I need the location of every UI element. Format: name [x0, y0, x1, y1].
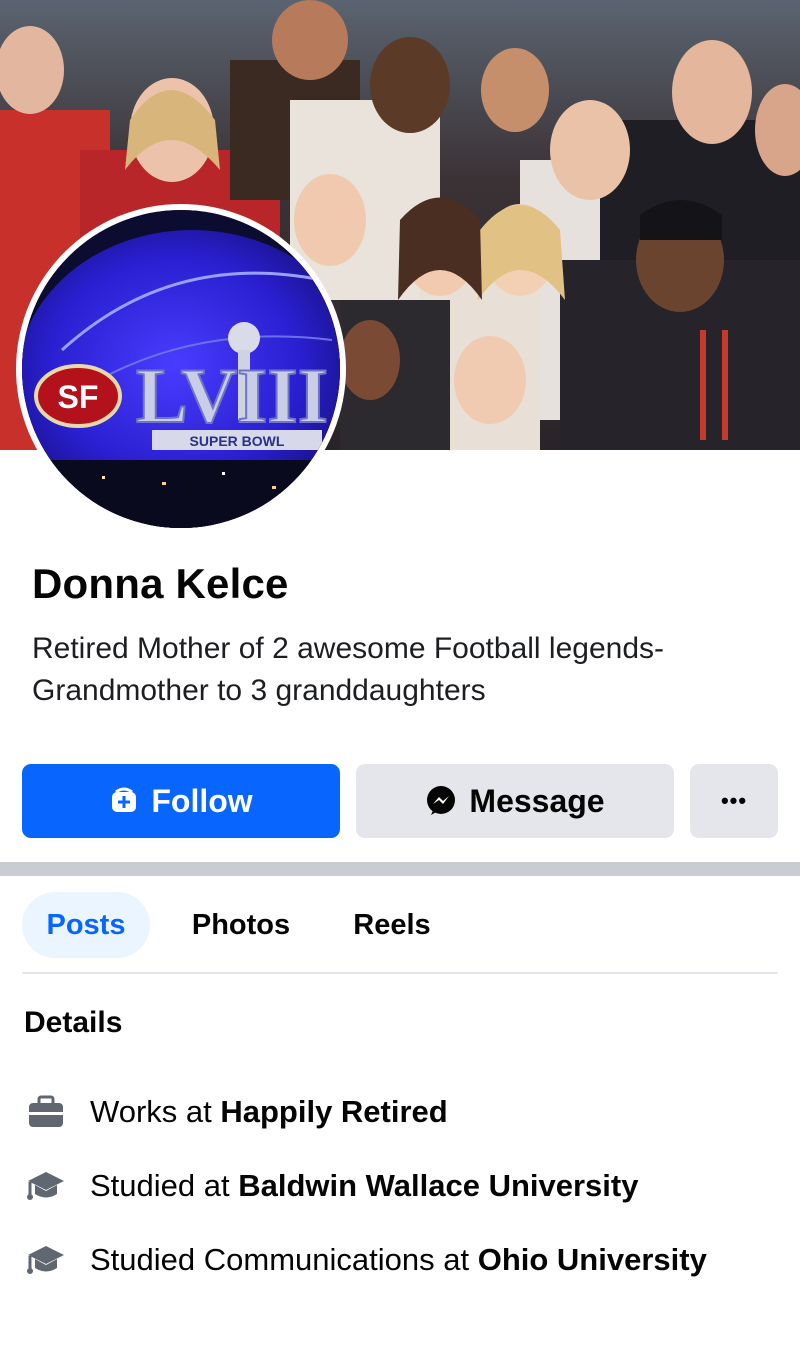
- messenger-icon: [425, 785, 457, 817]
- tab-photos[interactable]: Photos: [176, 892, 306, 958]
- graduation-cap-icon: [24, 1164, 68, 1208]
- section-divider: [0, 862, 800, 876]
- detail-work-emphasis: Happily Retired: [220, 1094, 448, 1129]
- message-button[interactable]: Message: [356, 764, 674, 838]
- more-options-icon: •••: [720, 788, 748, 813]
- detail-work-text: Works at Happily Retired: [90, 1094, 448, 1129]
- trophy-numeral-text: LVIII: [136, 352, 328, 439]
- team-logo-text: SF: [58, 379, 99, 415]
- detail-education-2-text: Studied Communications at Ohio Universit…: [90, 1242, 707, 1277]
- tabs-divider: [22, 972, 778, 974]
- profile-tabs: Posts Photos Reels: [0, 890, 800, 962]
- details-heading: Details: [24, 1006, 123, 1039]
- graduation-cap-icon: [24, 1238, 68, 1282]
- tab-reels[interactable]: Reels: [334, 892, 450, 958]
- follow-label: Follow: [151, 782, 253, 819]
- super-bowl-banner-text: SUPER BOWL: [190, 433, 285, 449]
- detail-item-education-1: Studied at Baldwin Wallace University: [24, 1164, 764, 1208]
- more-options-button[interactable]: •••: [690, 764, 778, 838]
- profile-name: Donna Kelce: [32, 560, 289, 607]
- briefcase-icon: [24, 1090, 68, 1134]
- profile-avatar[interactable]: SF LVIII SUPER BOWL: [16, 204, 346, 534]
- message-label: Message: [469, 782, 605, 819]
- tab-posts[interactable]: Posts: [22, 892, 150, 958]
- profile-bio: Retired Mother of 2 awesome Football leg…: [32, 632, 664, 707]
- detail-item-education-2: Studied Communications at Ohio Universit…: [24, 1238, 764, 1282]
- follow-button[interactable]: Follow: [22, 764, 340, 838]
- follow-icon: [109, 786, 139, 816]
- detail-education-2-emphasis: Ohio University: [477, 1242, 707, 1277]
- profile-avatar-image: SF LVIII SUPER BOWL: [22, 210, 340, 528]
- detail-education-1-emphasis: Baldwin Wallace University: [238, 1168, 639, 1203]
- detail-item-work: Works at Happily Retired: [24, 1090, 764, 1134]
- detail-education-1-text: Studied at Baldwin Wallace University: [90, 1168, 639, 1203]
